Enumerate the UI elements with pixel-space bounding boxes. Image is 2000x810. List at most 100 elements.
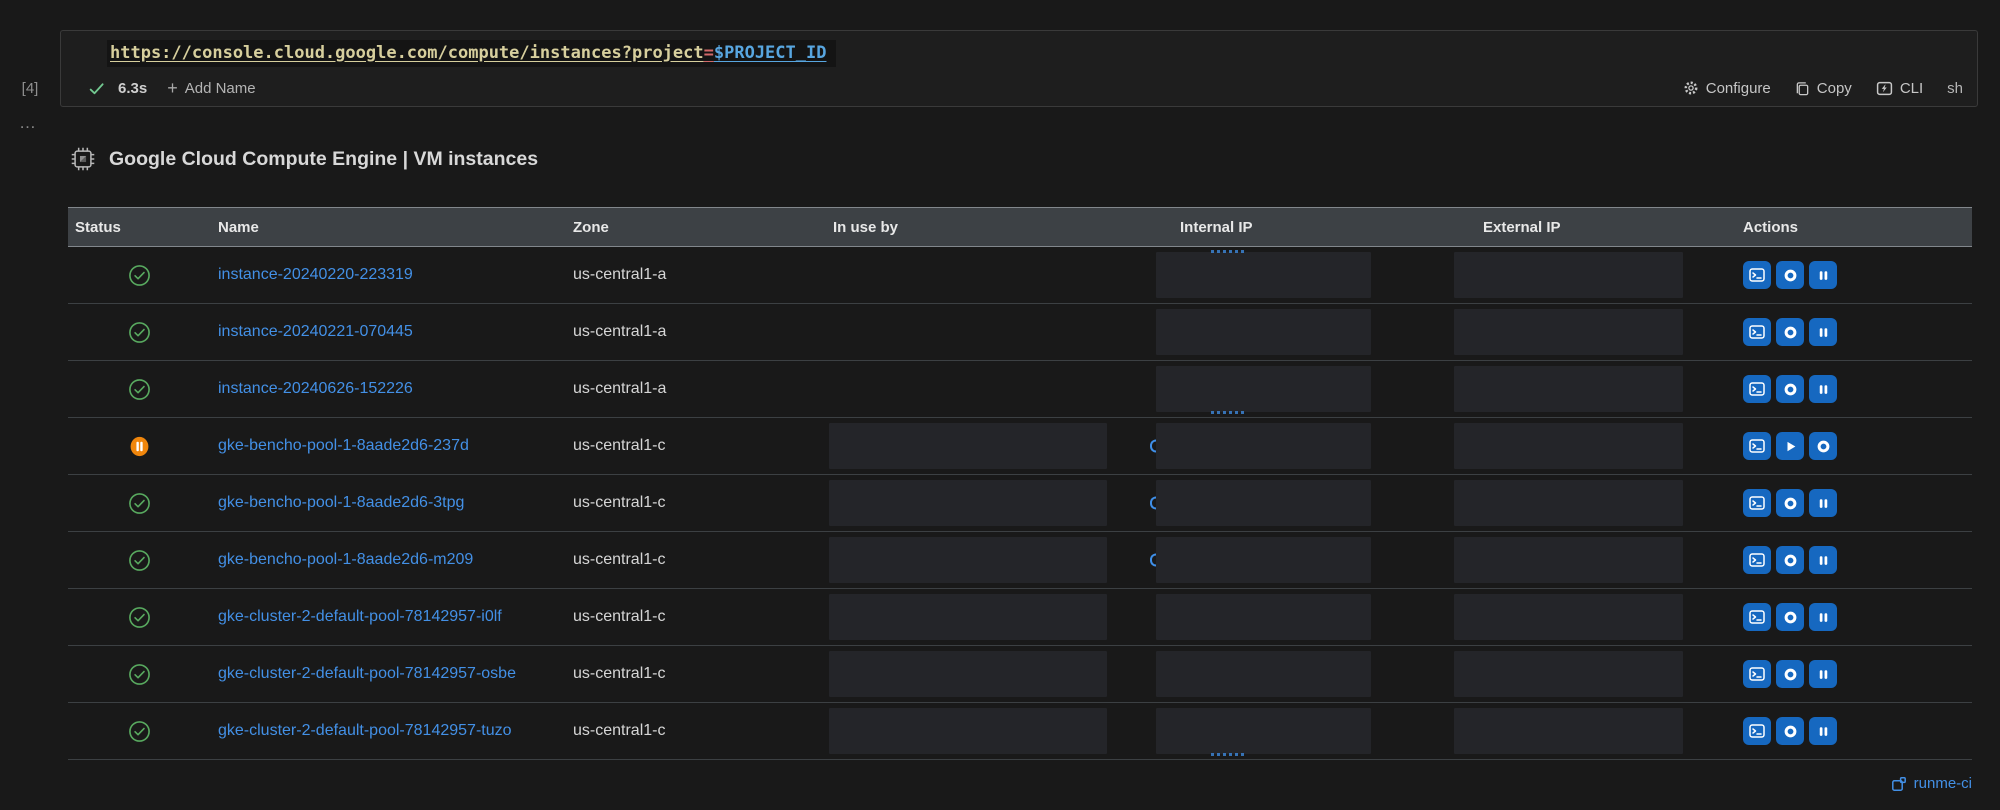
redacted-value <box>829 594 1107 640</box>
stop-button[interactable] <box>1776 546 1804 574</box>
in-use-by-cell <box>826 703 1173 759</box>
suspend-icon <box>1816 382 1831 397</box>
cli-button[interactable]: CLI <box>1876 80 1923 97</box>
runme-icon <box>1891 776 1907 792</box>
stop-button[interactable] <box>1776 660 1804 688</box>
resume-button[interactable] <box>1776 432 1804 460</box>
instance-name-link[interactable]: instance-20240221-070445 <box>218 321 413 343</box>
stop-icon <box>1783 724 1798 739</box>
suspend-button[interactable] <box>1809 489 1837 517</box>
terminal-button[interactable] <box>1743 603 1771 631</box>
code-line: https://console.cloud.google.com/compute… <box>61 31 1977 75</box>
instance-name-link[interactable]: gke-bencho-pool-1-8aade2d6-m209 <box>218 549 473 571</box>
suspend-button[interactable] <box>1809 660 1837 688</box>
suspend-button[interactable] <box>1809 603 1837 631</box>
terminal-icon <box>1749 267 1765 283</box>
instance-name-link[interactable]: gke-cluster-2-default-pool-78142957-tuzo <box>218 720 512 742</box>
redacted-value <box>1454 594 1683 640</box>
stop-icon <box>1783 553 1798 568</box>
suspend-button[interactable] <box>1809 546 1837 574</box>
instance-name-link[interactable]: gke-bencho-pool-1-8aade2d6-237d <box>218 435 469 457</box>
table-row: gke-cluster-2-default-pool-78142957-i0lf… <box>68 589 1972 646</box>
stop-button[interactable] <box>1776 318 1804 346</box>
suspend-icon <box>1816 667 1831 682</box>
terminal-button[interactable] <box>1743 318 1771 346</box>
zone-cell: us-central1-c <box>566 703 826 759</box>
status-running-icon <box>128 663 151 686</box>
code-cell: https://console.cloud.google.com/compute… <box>60 30 1978 107</box>
redacted-value <box>829 423 1107 469</box>
redacted-value <box>1454 480 1683 526</box>
output-title: Google Cloud Compute Engine | VM instanc… <box>109 147 539 170</box>
terminal-icon <box>1749 324 1765 340</box>
suspend-button[interactable] <box>1809 318 1837 346</box>
zone-label: us-central1-a <box>573 380 667 397</box>
terminal-button[interactable] <box>1743 432 1771 460</box>
terminal-button[interactable] <box>1743 489 1771 517</box>
in-use-by-cell <box>826 589 1173 645</box>
cell-url-link[interactable]: https://console.cloud.google.com/compute… <box>110 43 826 63</box>
runme-ci-link[interactable]: runme-ci <box>1891 775 1972 792</box>
redacted-text-peek <box>1150 496 1156 510</box>
stop-button[interactable] <box>1809 432 1837 460</box>
in-use-by-cell <box>826 304 1173 360</box>
in-use-by-cell <box>826 361 1173 417</box>
terminal-icon <box>1749 609 1765 625</box>
terminal-button[interactable] <box>1743 717 1771 745</box>
stop-button[interactable] <box>1776 603 1804 631</box>
instance-name-link[interactable]: gke-bencho-pool-1-8aade2d6-3tpg <box>218 492 464 514</box>
stop-button[interactable] <box>1776 489 1804 517</box>
stop-button[interactable] <box>1776 261 1804 289</box>
stop-icon <box>1783 496 1798 511</box>
add-name-button[interactable]: + Add Name <box>167 78 255 99</box>
name-cell: gke-bencho-pool-1-8aade2d6-m209 <box>211 532 566 588</box>
stop-button[interactable] <box>1776 375 1804 403</box>
terminal-button[interactable] <box>1743 375 1771 403</box>
status-cell <box>68 304 211 360</box>
suspend-button[interactable] <box>1809 375 1837 403</box>
terminal-button[interactable] <box>1743 546 1771 574</box>
instance-name-link[interactable]: instance-20240220-223319 <box>218 264 413 286</box>
redacted-value <box>1156 651 1371 697</box>
notebook-cell-row: [4] https://console.cloud.google.com/com… <box>0 0 2000 107</box>
status-running-icon <box>128 492 151 515</box>
cell-toolbar: Configure Copy CLI sh <box>1683 80 1963 97</box>
internal-ip-cell <box>1156 304 1476 360</box>
status-cell <box>68 418 211 474</box>
configure-button[interactable]: Configure <box>1683 80 1771 97</box>
suspend-button[interactable] <box>1809 261 1837 289</box>
zone-label: us-central1-c <box>573 551 666 568</box>
stop-button[interactable] <box>1776 717 1804 745</box>
external-ip-cell <box>1454 247 1736 303</box>
instance-name-link[interactable]: gke-cluster-2-default-pool-78142957-osbe <box>218 663 516 685</box>
zone-cell: us-central1-a <box>566 247 826 303</box>
table-row: gke-bencho-pool-1-8aade2d6-3tpg us-centr… <box>68 475 1972 532</box>
suspend-button[interactable] <box>1809 717 1837 745</box>
configure-label: Configure <box>1705 79 1771 97</box>
stop-icon <box>1783 610 1798 625</box>
status-running-icon <box>128 264 151 287</box>
zone-label: us-central1-c <box>573 665 666 682</box>
cpu-chip-icon <box>70 146 96 172</box>
copy-button[interactable]: Copy <box>1795 80 1852 97</box>
language-label[interactable]: sh <box>1947 80 1963 97</box>
header-zone: Zone <box>573 218 609 236</box>
instance-name-link[interactable]: instance-20240626-152226 <box>218 378 413 400</box>
instance-name-link[interactable]: gke-cluster-2-default-pool-78142957-i0lf <box>218 606 502 628</box>
table-row: instance-20240220-223319 us-central1-a <box>68 247 1972 304</box>
terminal-button[interactable] <box>1743 261 1771 289</box>
external-ip-cell <box>1454 532 1736 588</box>
cell-more-button[interactable]: … <box>19 114 38 131</box>
status-running-icon <box>128 606 151 629</box>
actions-cell <box>1736 703 1972 759</box>
table-row: instance-20240626-152226 us-central1-a <box>68 361 1972 418</box>
actions-cell <box>1736 475 1972 531</box>
actions-cell <box>1736 304 1972 360</box>
terminal-button[interactable] <box>1743 660 1771 688</box>
copy-label: Copy <box>1816 79 1852 97</box>
cli-label: CLI <box>1899 79 1924 97</box>
redacted-value <box>1156 250 1371 298</box>
in-use-by-cell <box>826 646 1173 702</box>
stop-icon <box>1783 382 1798 397</box>
copy-icon <box>1795 81 1810 96</box>
